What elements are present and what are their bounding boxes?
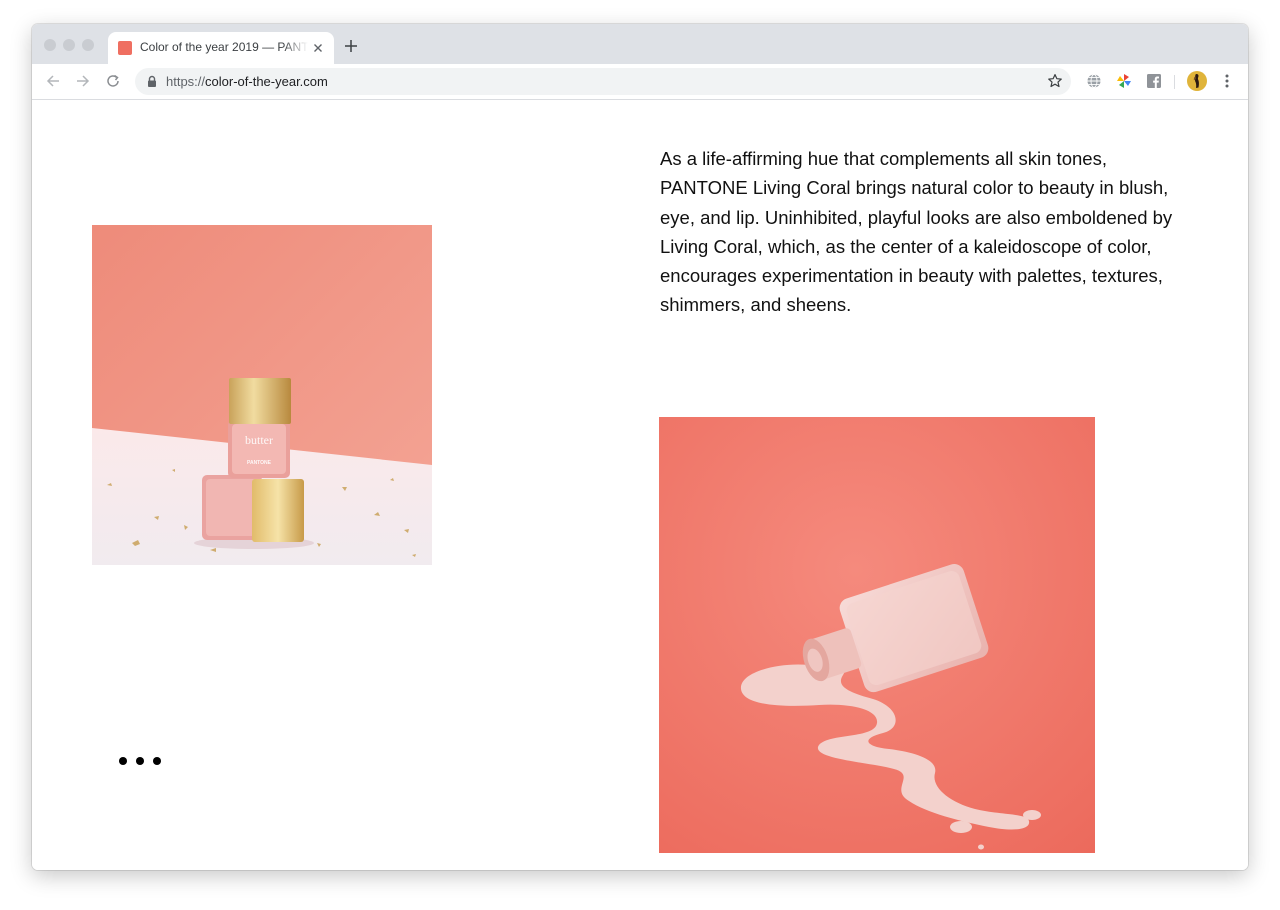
- pinwheel-icon[interactable]: [1116, 73, 1132, 89]
- window-zoom-button[interactable]: [82, 39, 94, 51]
- bottle-pantone-label: PANTONE: [247, 460, 272, 466]
- avatar-figure-icon: [1193, 74, 1199, 88]
- toolbar-divider: [1174, 75, 1175, 89]
- address-bar[interactable]: https://color-of-the-year.com: [135, 68, 1071, 95]
- browser-toolbar: https://color-of-the-year.com: [32, 64, 1248, 100]
- globe-icon[interactable]: [1086, 73, 1102, 89]
- dot-3: [153, 757, 161, 765]
- nail-polish-stack-image: butter PANTONE: [92, 225, 432, 565]
- arrow-left-icon[interactable]: [45, 73, 61, 89]
- url-text[interactable]: https://color-of-the-year.com: [166, 74, 328, 89]
- more-dots-icon[interactable]: [119, 757, 161, 765]
- spilled-nail-polish-image: [659, 417, 1095, 853]
- page-content: butter PANTONE As a life-affirming hue t…: [32, 100, 1248, 870]
- tab-active[interactable]: Color of the year 2019 — PANTONE Living …: [108, 32, 334, 64]
- arrow-right-icon[interactable]: [75, 73, 91, 89]
- facebook-icon[interactable]: [1146, 73, 1162, 89]
- lock-icon: [148, 75, 156, 87]
- reload-icon[interactable]: [105, 73, 121, 89]
- dot-1: [119, 757, 127, 765]
- profile-avatar[interactable]: [1187, 71, 1207, 91]
- new-tab-plus-icon[interactable]: [344, 39, 358, 53]
- close-icon[interactable]: [311, 41, 325, 55]
- window-minimize-button[interactable]: [63, 39, 75, 51]
- window-close-button[interactable]: [44, 39, 56, 51]
- star-icon[interactable]: [1047, 73, 1063, 89]
- tab-title: Color of the year 2019 — PANTONE Living …: [140, 40, 308, 54]
- bottle-brand-label: butter: [245, 433, 273, 447]
- dot-2: [136, 757, 144, 765]
- browser-window: Color of the year 2019 — PANTONE Living …: [32, 24, 1248, 870]
- living-coral-description: As a life-affirming hue that complements…: [660, 148, 1173, 316]
- kebab-menu-icon[interactable]: [1220, 73, 1234, 89]
- url-host: color-of-the-year.com: [205, 74, 328, 89]
- url-scheme: https://: [166, 74, 206, 89]
- site-favicon-icon: [118, 41, 132, 55]
- tab-strip: Color of the year 2019 — PANTONE Living …: [32, 24, 1248, 64]
